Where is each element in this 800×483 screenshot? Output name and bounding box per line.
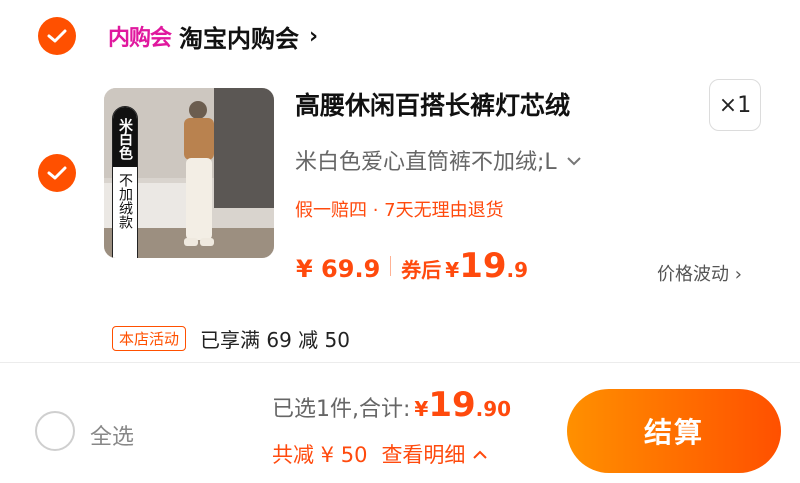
- product-image[interactable]: 米白色 不加绒款: [104, 88, 274, 258]
- original-price: ¥ 69.9: [296, 255, 381, 283]
- shop-name[interactable]: 淘宝内购会: [179, 19, 299, 54]
- checkmark-icon: [47, 166, 67, 180]
- price-fluctuation-link[interactable]: 价格波动 ›: [657, 260, 742, 286]
- sku-selector[interactable]: 米白色爱心直筒裤不加绒;L: [295, 144, 581, 176]
- total-yen: ¥: [414, 397, 429, 421]
- price-divider: [390, 256, 392, 276]
- selected-summary: 已选1件,合计:: [272, 397, 411, 422]
- total-summary: 已选1件,合计: ¥ 19 .90: [272, 385, 511, 425]
- coupon-price-int: 19: [459, 246, 507, 286]
- checkout-button[interactable]: 结算: [567, 389, 781, 473]
- shop-header[interactable]: 内购会 淘宝内购会 ›: [108, 16, 318, 56]
- view-detail-link[interactable]: 查看明细: [381, 439, 465, 469]
- discount-amount: 共减 ¥ 50: [272, 443, 368, 467]
- checkout-bar: 全选 已选1件,合计: ¥ 19 .90 共减 ¥ 50 查看明细 结算: [0, 362, 800, 483]
- chevron-right-icon: ›: [309, 23, 319, 49]
- promo-tag: 本店活动: [112, 326, 187, 351]
- variant-badge: 米白色 不加绒款: [112, 106, 138, 258]
- shop-checkbox[interactable]: [38, 17, 76, 55]
- variant-badge-color: 米白色: [113, 107, 137, 167]
- select-all-radio[interactable]: [35, 411, 75, 451]
- price-row: ¥ 69.9 券后 ¥ 19 .9: [296, 246, 528, 286]
- coupon-label: 券后: [401, 258, 442, 282]
- cart-card: 内购会 淘宝内购会 › 米白色 不加绒款 高腰休闲百搭长裤灯芯绒 ×1 米白色爱…: [0, 0, 800, 362]
- quantity-badge[interactable]: ×1: [709, 79, 761, 131]
- coupon-price-dec: .9: [506, 258, 529, 282]
- service-promise: 假一赔四 · 7天无理由退货: [295, 200, 504, 221]
- item-checkbox[interactable]: [38, 154, 76, 192]
- promo-row: 本店活动 已享满 69 减 50: [112, 324, 350, 353]
- total-dec: .90: [475, 397, 512, 421]
- shop-logo: 内购会: [108, 26, 172, 51]
- discount-row[interactable]: 共减 ¥ 50 查看明细: [272, 439, 488, 469]
- select-all-label[interactable]: 全选: [90, 419, 134, 451]
- chevron-down-icon: [566, 151, 581, 170]
- sku-text: 米白色爱心直筒裤不加绒;L: [295, 150, 557, 175]
- checkmark-icon: [47, 29, 67, 43]
- product-title[interactable]: 高腰休闲百搭长裤灯芯绒: [295, 86, 570, 122]
- total-int: 19: [428, 385, 476, 425]
- variant-badge-style: 不加绒款: [117, 173, 133, 229]
- promo-text: 已享满 69 减 50: [200, 328, 350, 352]
- coupon-yen: ¥: [445, 258, 460, 282]
- chevron-up-icon: [473, 445, 488, 464]
